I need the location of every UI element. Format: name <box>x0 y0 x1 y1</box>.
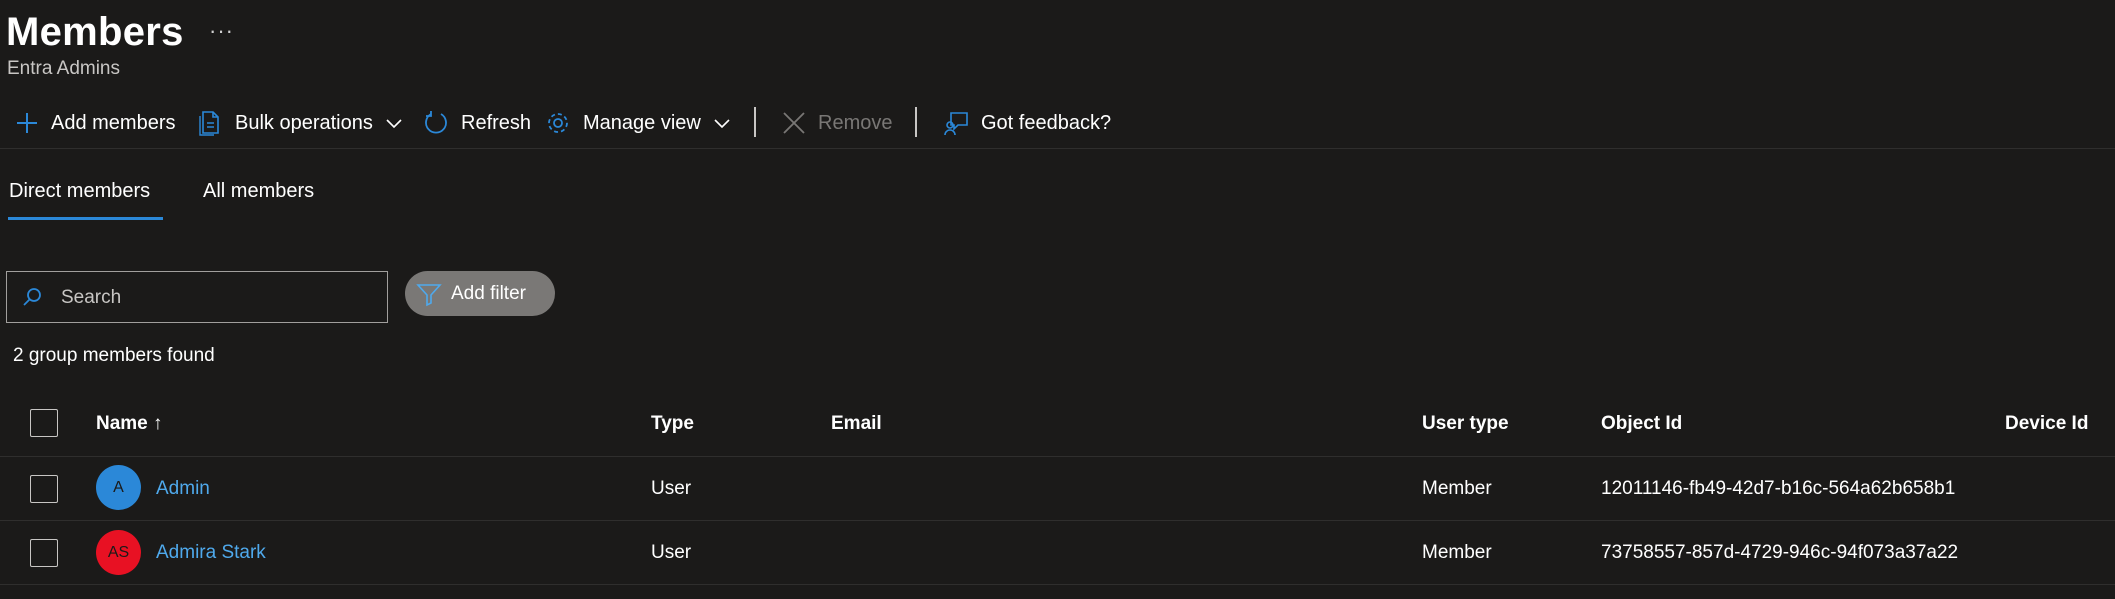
manage-view-button[interactable]: Manage view <box>545 103 731 143</box>
plus-icon <box>15 111 39 135</box>
command-bar: Add members Bulk operations Refresh Mana… <box>0 103 2115 143</box>
column-header-device-id[interactable]: Device Id <box>2005 413 2088 435</box>
toolbar-divider <box>915 107 917 137</box>
search-icon <box>21 286 43 313</box>
row-divider <box>0 520 2115 521</box>
remove-label: Remove <box>818 111 893 134</box>
refresh-button[interactable]: Refresh <box>423 103 531 143</box>
tab-all-members[interactable]: All members <box>203 180 314 203</box>
results-count: 2 group members found <box>13 345 215 366</box>
member-object-id: 12011146-fb49-42d7-b16c-564a62b658b1 <box>1601 478 1956 499</box>
select-all-checkbox[interactable] <box>30 409 58 437</box>
page-title: Members <box>6 10 184 54</box>
feedback-icon <box>943 110 969 136</box>
tab-direct-members[interactable]: Direct members <box>9 180 150 203</box>
member-object-id: 73758557-857d-4729-946c-94f073a37a22 <box>1601 542 1959 563</box>
feedback-label: Got feedback? <box>981 111 1112 134</box>
refresh-label: Refresh <box>461 111 532 134</box>
avatar-initials: A <box>113 478 124 496</box>
chevron-down-icon <box>385 117 403 129</box>
feedback-button[interactable]: Got feedback? <box>943 103 1111 143</box>
selected-tab-indicator <box>8 217 163 220</box>
add-filter-label: Add filter <box>451 282 526 304</box>
column-header-user-type[interactable]: User type <box>1422 413 1509 435</box>
refresh-icon <box>423 110 449 136</box>
avatar-initials: AS <box>107 543 130 561</box>
search-box <box>6 271 388 324</box>
member-type: User <box>651 542 692 563</box>
bulk-operations-label: Bulk operations <box>235 111 373 134</box>
avatar: A <box>96 465 141 510</box>
column-header-object-id[interactable]: Object Id <box>1601 413 1682 435</box>
member-name-link[interactable]: Admin <box>156 478 210 500</box>
column-header-name[interactable]: Name ↑ <box>96 413 163 435</box>
avatar: AS <box>96 530 141 575</box>
chevron-down-icon <box>713 117 731 129</box>
member-type: User <box>651 478 692 499</box>
bulk-document-icon <box>199 110 223 136</box>
row-divider <box>0 584 2115 585</box>
add-members-label: Add members <box>51 111 176 134</box>
manage-view-label: Manage view <box>583 111 701 134</box>
column-header-email[interactable]: Email <box>831 413 882 435</box>
filter-icon <box>416 281 442 307</box>
more-options-button[interactable]: ··· <box>209 18 234 44</box>
toolbar-divider <box>754 107 756 137</box>
bulk-operations-button[interactable]: Bulk operations <box>199 103 403 143</box>
row-checkbox[interactable] <box>30 539 58 567</box>
add-members-button[interactable]: Add members <box>15 103 176 143</box>
page-subtitle: Entra Admins <box>7 58 120 79</box>
table-header-divider <box>0 456 2115 457</box>
gear-icon <box>545 110 571 136</box>
member-user-type: Member <box>1422 478 1492 499</box>
toolbar-divider-line <box>0 148 2115 149</box>
add-filter-button[interactable]: Add filter <box>405 271 555 316</box>
member-name-link[interactable]: Admira Stark <box>156 542 266 564</box>
remove-button[interactable]: Remove <box>782 103 892 143</box>
row-checkbox[interactable] <box>30 475 58 503</box>
column-header-type[interactable]: Type <box>651 413 694 435</box>
search-input[interactable] <box>59 272 383 324</box>
close-icon <box>782 111 806 135</box>
member-user-type: Member <box>1422 542 1492 563</box>
